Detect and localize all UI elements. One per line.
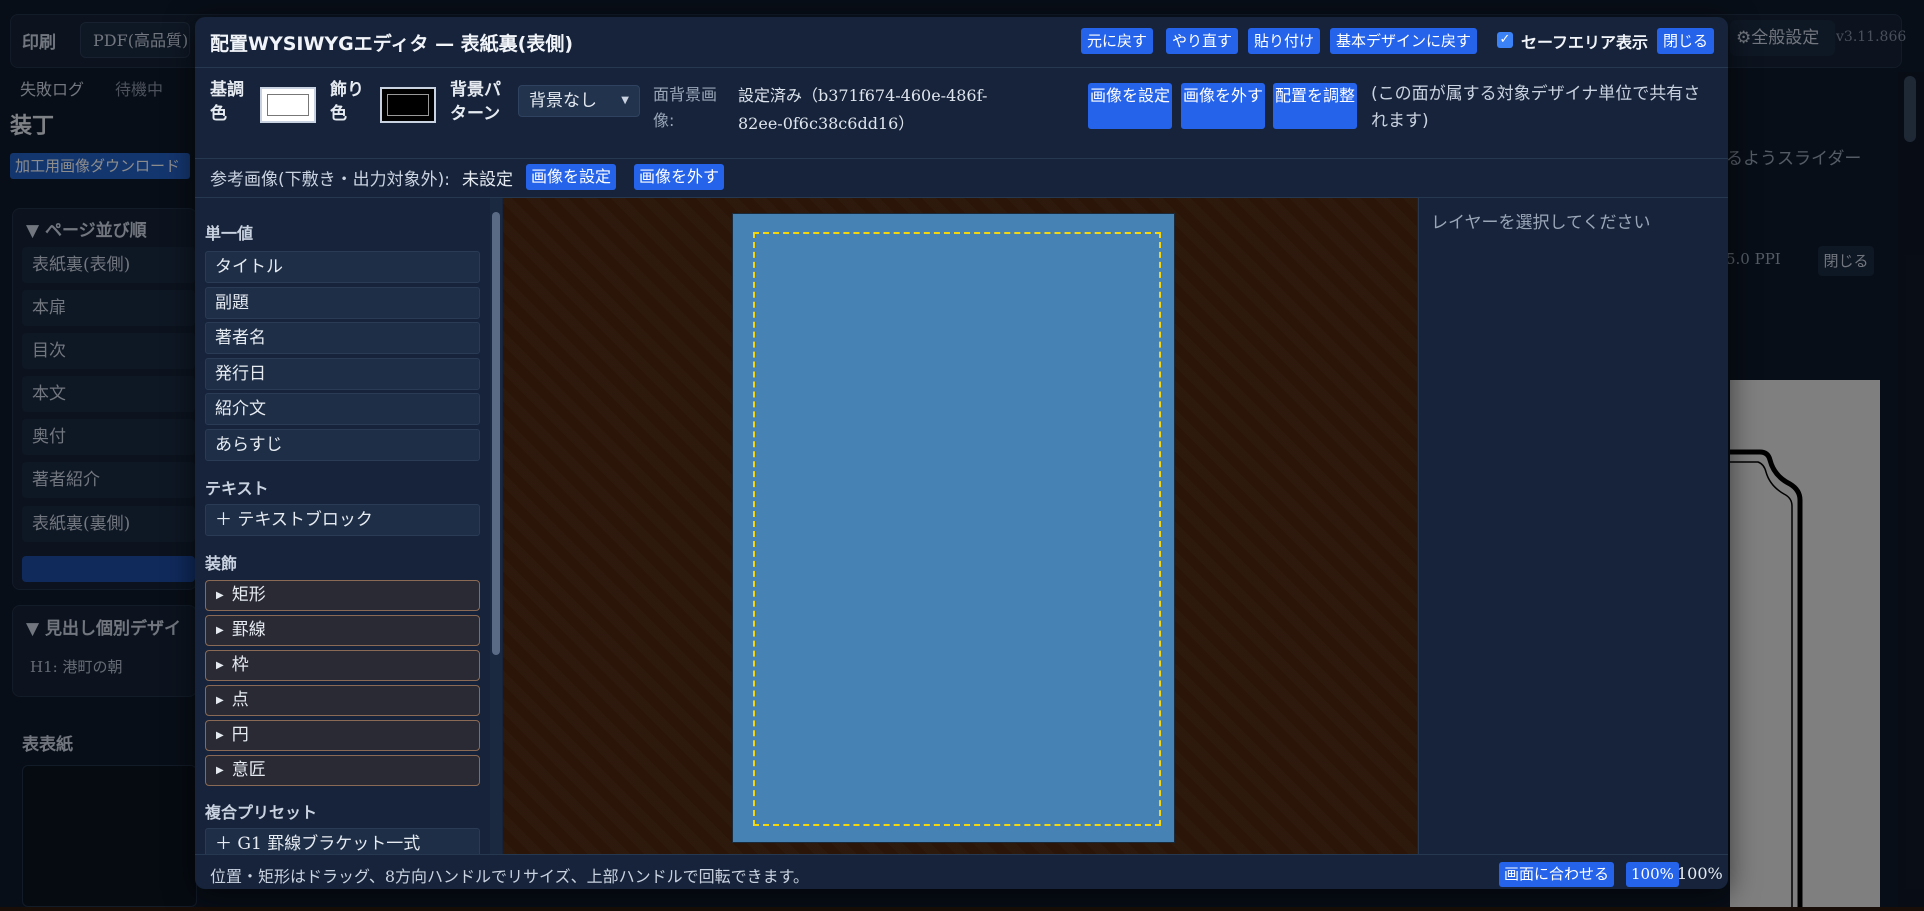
base-color-swatch[interactable] bbox=[260, 87, 316, 123]
ref-remove-image-button[interactable]: 画像を外す bbox=[634, 164, 725, 190]
zoom-value: 100% bbox=[1677, 864, 1723, 883]
deco-circle[interactable]: ▶ 円 bbox=[205, 720, 480, 751]
chevron-down-icon: ▼ bbox=[621, 95, 629, 106]
design-settings-row: 基調色 飾り色 背景パターン 背景なし ▼ 面背景画像: 設定済み（b371f6… bbox=[195, 68, 1728, 159]
triangle-right-icon: ▶ bbox=[216, 625, 224, 636]
reference-image-row: 参考画像(下敷き・出力対象外): 未設定 画像を設定 画像を外す bbox=[195, 159, 1728, 198]
layer-inspector: レイヤーを選択してください bbox=[1418, 198, 1728, 854]
share-note: (この面が属する対象デザイナ単位で共有されます) bbox=[1371, 84, 1701, 131]
palette-item-title[interactable]: タイトル bbox=[205, 251, 480, 283]
zoom-100-button[interactable]: 100% bbox=[1626, 862, 1679, 887]
layer-palette: 単一値 タイトル 副題 著者名 発行日 紹介文 あらすじ テキスト ＋ テキスト… bbox=[195, 198, 502, 854]
paste-button[interactable]: 貼り付け bbox=[1248, 28, 1321, 54]
deco-motif[interactable]: ▶ 意匠 bbox=[205, 755, 480, 786]
background-pattern-select[interactable]: 背景なし ▼ bbox=[518, 85, 640, 117]
base-color-label: 基調色 bbox=[210, 80, 244, 124]
accent-color-label: 飾り色 bbox=[330, 80, 364, 124]
fit-to-screen-button[interactable]: 画面に合わせる bbox=[1499, 862, 1615, 887]
triangle-right-icon: ▶ bbox=[216, 590, 224, 601]
palette-item-date[interactable]: 発行日 bbox=[205, 358, 480, 390]
palette-scrollbar-thumb[interactable] bbox=[492, 212, 500, 655]
bg-image-value: 設定済み（b371f674-460e-486f-82ee-0f6c38c6dd1… bbox=[738, 86, 988, 133]
modal-footer: 位置・矩形はドラッグ、8方向ハンドルでリサイズ、上部ハンドルで回転できます。 画… bbox=[195, 854, 1728, 889]
deco-dot[interactable]: ▶ 点 bbox=[205, 685, 480, 716]
add-text-block-button[interactable]: ＋ テキストブロック bbox=[205, 504, 480, 536]
deco-rule-line[interactable]: ▶ 罫線 bbox=[205, 615, 480, 646]
footer-hint: 位置・矩形はドラッグ、8方向ハンドルでリサイズ、上部ハンドルで回転できます。 bbox=[210, 867, 809, 886]
safe-area-label: セーフエリア表示 bbox=[1521, 33, 1649, 52]
decoration-title: 装飾 bbox=[205, 554, 238, 573]
triangle-right-icon: ▶ bbox=[216, 765, 224, 776]
reset-design-button[interactable]: 基本デザインに戻す bbox=[1330, 28, 1478, 54]
safe-area-checkbox[interactable]: ✓ bbox=[1497, 32, 1513, 48]
deco-rectangle[interactable]: ▶ 矩形 bbox=[205, 580, 480, 611]
undo-button[interactable]: 元に戻す bbox=[1081, 28, 1154, 54]
close-button[interactable]: 閉じる bbox=[1657, 28, 1715, 54]
palette-item-synopsis[interactable]: あらすじ bbox=[205, 429, 480, 461]
ref-image-label: 参考画像(下敷き・出力対象外): bbox=[210, 170, 450, 190]
accent-color-swatch[interactable] bbox=[380, 87, 436, 123]
single-value-title: 単一値 bbox=[205, 224, 254, 243]
preset-bracket-set[interactable]: ＋ G1 罫線ブラケット一式 bbox=[205, 828, 480, 854]
pattern-label: 背景パターン bbox=[450, 80, 501, 124]
composite-preset-title: 複合プリセット bbox=[205, 803, 318, 822]
pattern-value: 背景なし bbox=[529, 91, 597, 111]
triangle-right-icon: ▶ bbox=[216, 695, 224, 706]
modal-header: 配置WYSIWYGエディタ — 表紙裏(表側) 元に戻す やり直す 貼り付け 基… bbox=[195, 17, 1728, 68]
inspector-placeholder: レイヤーを選択してください bbox=[1431, 213, 1651, 233]
cover-page[interactable] bbox=[732, 213, 1175, 843]
modal-title: 配置WYSIWYGエディタ — 表紙裏(表側) bbox=[210, 33, 574, 55]
safe-area-guide bbox=[753, 232, 1161, 826]
bg-image-label: 面背景画像: bbox=[653, 85, 718, 130]
ref-set-image-button[interactable]: 画像を設定 bbox=[526, 164, 617, 190]
palette-item-author[interactable]: 著者名 bbox=[205, 322, 480, 354]
deco-frame[interactable]: ▶ 枠 bbox=[205, 650, 480, 681]
adjust-placement-button[interactable]: 配置を調整 bbox=[1273, 83, 1357, 129]
text-section-title: テキスト bbox=[205, 479, 269, 498]
triangle-right-icon: ▶ bbox=[216, 660, 224, 671]
triangle-right-icon: ▶ bbox=[216, 730, 224, 741]
remove-image-button[interactable]: 画像を外す bbox=[1181, 83, 1265, 129]
palette-item-subtitle[interactable]: 副題 bbox=[205, 287, 480, 319]
ref-image-status: 未設定 bbox=[462, 170, 513, 190]
set-image-button[interactable]: 画像を設定 bbox=[1088, 83, 1172, 129]
palette-item-intro[interactable]: 紹介文 bbox=[205, 393, 480, 425]
wysiwyg-editor-modal: 配置WYSIWYGエディタ — 表紙裏(表側) 元に戻す やり直す 貼り付け 基… bbox=[195, 17, 1728, 889]
editor-canvas[interactable] bbox=[503, 198, 1417, 854]
redo-button[interactable]: やり直す bbox=[1166, 28, 1239, 54]
